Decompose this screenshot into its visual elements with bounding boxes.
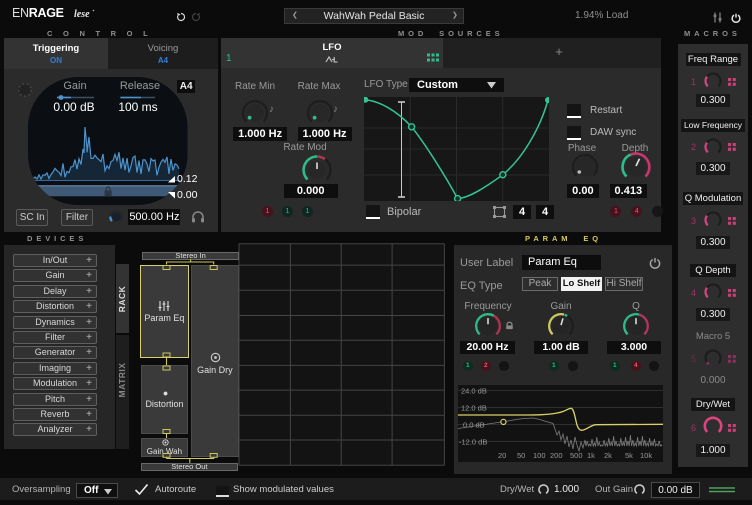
svg-text:5k: 5k [625, 451, 633, 460]
svg-text:12.0 dB: 12.0 dB [461, 404, 487, 413]
svg-text:2k: 2k [604, 451, 612, 460]
svg-text:500: 500 [570, 451, 583, 460]
svg-text:100: 100 [533, 451, 546, 460]
svg-text:0.0 dB: 0.0 dB [463, 421, 485, 430]
svg-text:10k: 10k [640, 451, 652, 460]
svg-text:50: 50 [517, 451, 525, 460]
svg-text:24.0 dB: 24.0 dB [461, 387, 487, 396]
svg-text:-12.0 dB: -12.0 dB [459, 438, 487, 447]
svg-text:20: 20 [498, 451, 506, 460]
svg-text:lese: lese [74, 9, 90, 20]
svg-text:1k: 1k [587, 451, 595, 460]
svg-text:200: 200 [550, 451, 563, 460]
